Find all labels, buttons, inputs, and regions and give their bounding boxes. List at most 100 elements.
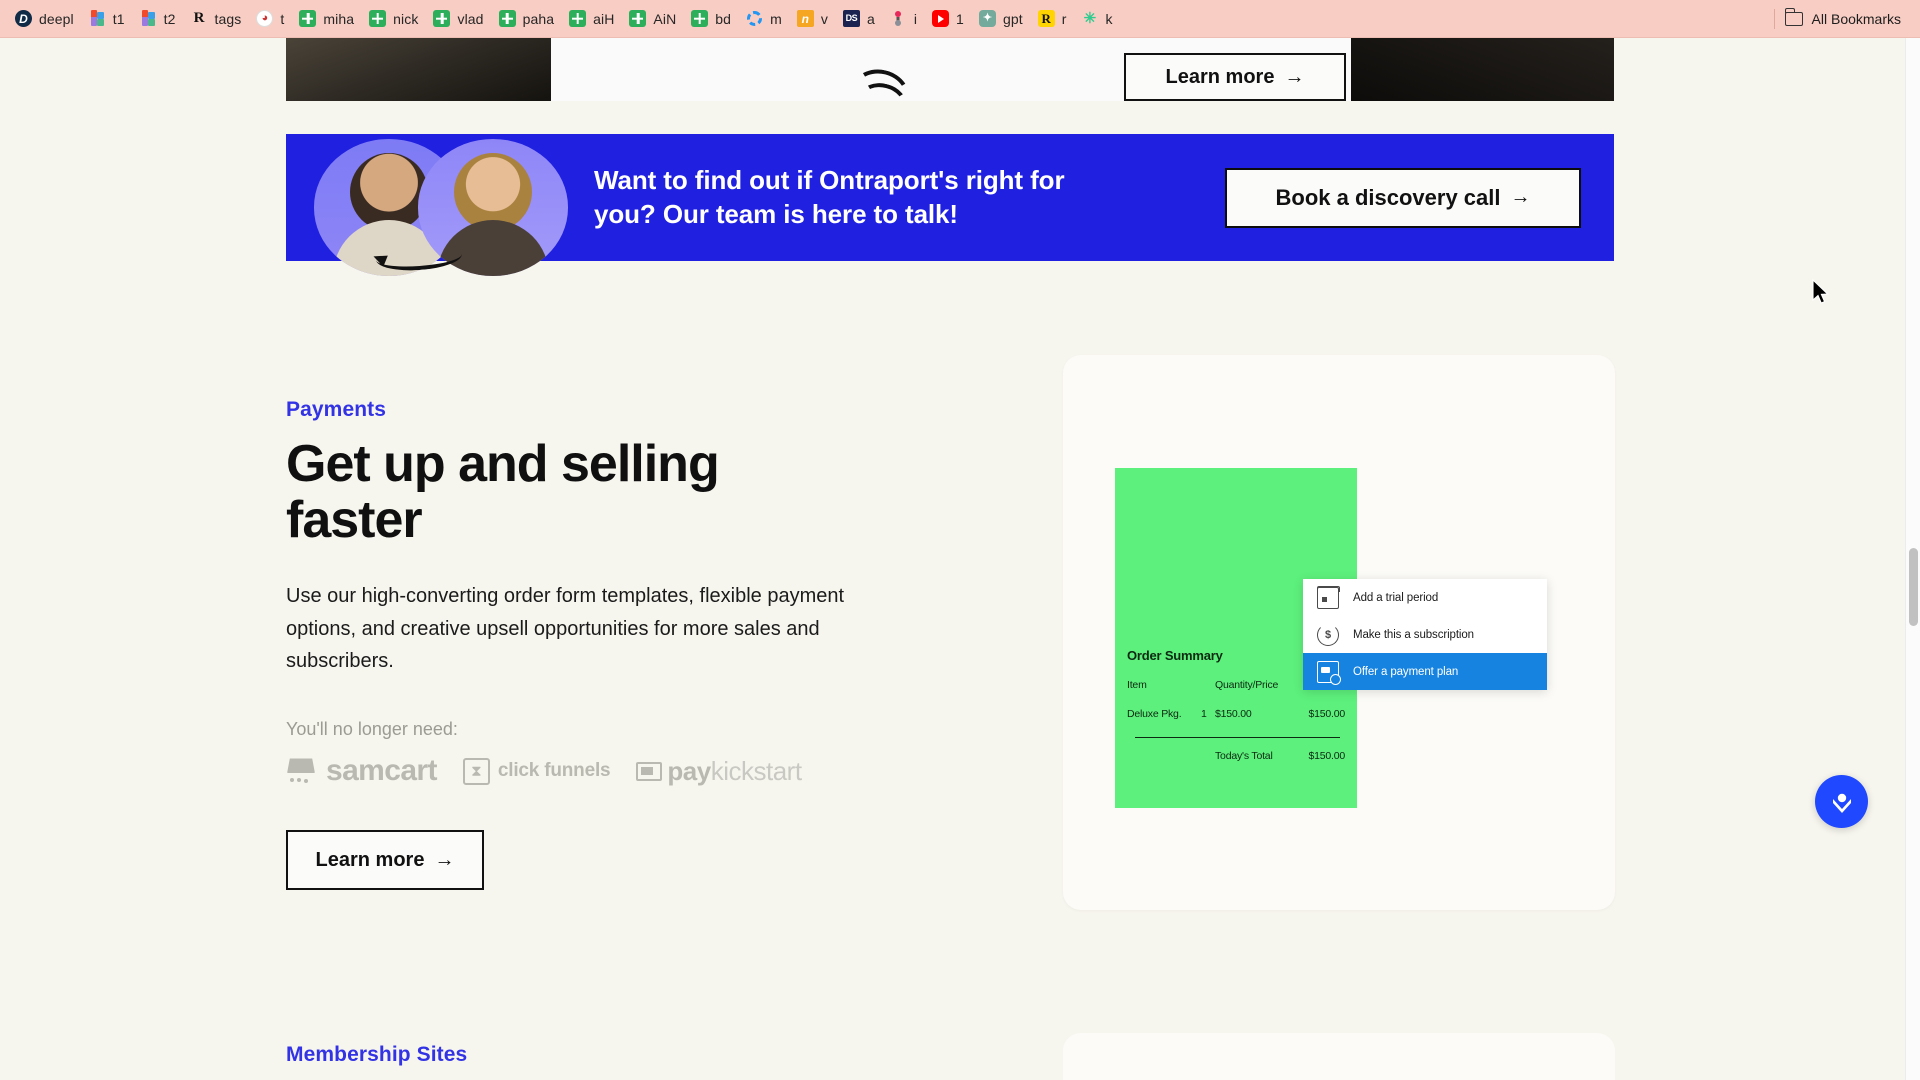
bookmark-youtube[interactable]: 1 bbox=[927, 6, 972, 32]
cell-total: $150.00 bbox=[1308, 708, 1345, 720]
all-bookmarks-label: All Bookmarks bbox=[1811, 10, 1901, 27]
chevron-down-icon bbox=[1832, 793, 1851, 813]
payments-learn-more-button[interactable]: Learn more → bbox=[286, 830, 484, 891]
arrow-right-icon: → bbox=[434, 848, 455, 871]
column-header-quantity-price: Quantity/Price bbox=[1215, 679, 1279, 691]
samcart-logo: samcart bbox=[286, 754, 437, 788]
tilda-icon bbox=[140, 10, 157, 27]
scrollbar-thumb[interactable] bbox=[1909, 548, 1918, 626]
tilda-icon bbox=[89, 10, 106, 27]
youtube-icon bbox=[932, 10, 950, 27]
bookmark-label: aiH bbox=[593, 10, 615, 27]
payments-eyebrow: Payments bbox=[286, 398, 387, 421]
no-longer-need-label: You'll no longer need: bbox=[286, 719, 458, 740]
arrow-right-icon: → bbox=[1284, 65, 1305, 88]
plus-icon bbox=[691, 10, 709, 27]
sparkle-icon: ✳ bbox=[1083, 10, 1097, 27]
discovery-call-banner: Want to find out if Ontraport's right fo… bbox=[286, 134, 1614, 276]
orange-icon: n bbox=[796, 10, 814, 27]
mouse-cursor bbox=[1812, 279, 1829, 304]
page-scrollbar[interactable] bbox=[1905, 38, 1920, 1080]
bookmark-a[interactable]: DS a bbox=[838, 6, 883, 32]
bookmark-deepl[interactable]: D deepl bbox=[10, 6, 82, 32]
bookmark-label: bd bbox=[715, 10, 732, 27]
bookmark-label: gpt bbox=[1002, 10, 1023, 27]
bookmark-m[interactable]: m bbox=[741, 6, 790, 32]
calendar-icon bbox=[1316, 586, 1340, 609]
circle-icon: ◕ bbox=[256, 10, 274, 27]
menu-item-label: Offer a payment plan bbox=[1353, 665, 1459, 678]
bookmark-paha[interactable]: paha bbox=[494, 6, 563, 32]
paykickstart-word-bold: pay bbox=[667, 755, 711, 786]
banner-headline: Want to find out if Ontraport's right fo… bbox=[594, 164, 1065, 231]
hero-image-right bbox=[1351, 38, 1614, 101]
r-yellow-icon: R bbox=[1037, 10, 1055, 27]
browser-bookmark-bar: D deepl t1 t2 R tags ◕ t miha nick vlad … bbox=[0, 0, 1920, 38]
payment-plan-icon bbox=[1317, 660, 1341, 685]
bookmark-label: t1 bbox=[112, 10, 125, 27]
plus-icon bbox=[433, 10, 451, 27]
cell-price: $150.00 bbox=[1215, 708, 1252, 720]
bookmark-aih[interactable]: aiH bbox=[564, 6, 622, 32]
order-summary-total-row: Today's Total $150.00 bbox=[1127, 750, 1345, 762]
samcart-mark-icon bbox=[286, 758, 318, 784]
samcart-wordmark: samcart bbox=[326, 754, 437, 788]
plus-icon bbox=[629, 10, 647, 27]
menu-item-make-subscription[interactable]: $ Make this a subscription bbox=[1303, 616, 1547, 653]
plus-icon bbox=[498, 10, 516, 27]
column-header-item: Item bbox=[1127, 679, 1147, 691]
payments-body: Use our high-converting order form templ… bbox=[286, 585, 845, 673]
webpage-viewport: Learn more → Want to find out if Ontrapo… bbox=[0, 38, 1920, 1080]
banner-headline-line2: you? Our team is here to talk! bbox=[594, 198, 958, 229]
menu-item-label: Make this a subscription bbox=[1353, 628, 1474, 641]
bookmark-label: i bbox=[913, 10, 918, 27]
book-discovery-call-label: Book a discovery call bbox=[1275, 184, 1501, 210]
bookmark-label: k bbox=[1105, 10, 1113, 27]
chat-launcher-button[interactable] bbox=[1815, 775, 1868, 828]
clickfunnels-logo: ⧗ click funnels bbox=[462, 757, 611, 785]
menu-item-add-trial-period[interactable]: Add a trial period bbox=[1303, 579, 1547, 616]
all-bookmarks-button[interactable]: All Bookmarks bbox=[1758, 6, 1910, 32]
banner-headline-line1: Want to find out if Ontraport's right fo… bbox=[594, 165, 1065, 196]
hero-image-left bbox=[286, 38, 551, 101]
menu-item-offer-payment-plan[interactable]: Offer a payment plan bbox=[1303, 653, 1547, 690]
payment-options-context-menu: Add a trial period $ Make this a subscri… bbox=[1303, 579, 1547, 690]
bookmark-miha[interactable]: miha bbox=[294, 6, 362, 32]
bookmark-label: 1 bbox=[956, 10, 964, 27]
bookmark-ain[interactable]: AiN bbox=[624, 6, 684, 32]
book-discovery-call-button[interactable]: Book a discovery call → bbox=[1225, 167, 1581, 228]
deepl-icon: D bbox=[15, 10, 32, 27]
bookmark-k[interactable]: ✳ k bbox=[1076, 6, 1120, 32]
paykickstart-word-light: kickstart bbox=[710, 755, 802, 786]
bookmark-tags[interactable]: R tags bbox=[186, 6, 250, 32]
bookmark-label: vlad bbox=[457, 10, 484, 27]
paykickstart-logo: paykickstart bbox=[636, 755, 802, 787]
membership-feature-section: Membership Sites bbox=[286, 1043, 1086, 1080]
bookmark-gpt[interactable]: ✦ gpt bbox=[974, 6, 1031, 32]
bookmark-t2[interactable]: t2 bbox=[135, 6, 184, 32]
bookmark-bd[interactable]: bd bbox=[686, 6, 739, 32]
competitor-logo-row: samcart ⧗ click funnels paykickstart bbox=[286, 754, 906, 788]
divider bbox=[1773, 8, 1775, 29]
bookmark-v[interactable]: n v bbox=[792, 6, 836, 32]
bookmark-i[interactable]: i bbox=[885, 6, 925, 32]
bookmark-t1[interactable]: t1 bbox=[84, 6, 133, 32]
bookmark-label: v bbox=[820, 10, 828, 27]
payments-visual-card: Order Summary Item Quantity/Price Total … bbox=[1063, 355, 1615, 910]
bookmark-label: deepl bbox=[39, 10, 74, 27]
subscription-icon: $ bbox=[1317, 623, 1339, 646]
bookmark-r[interactable]: R r bbox=[1033, 6, 1075, 32]
bookmark-label: r bbox=[1061, 10, 1067, 27]
hero-learn-more-button[interactable]: Learn more → bbox=[1124, 53, 1346, 101]
cell-quantity: 1 bbox=[1201, 708, 1207, 720]
arrow-right-icon: → bbox=[1510, 186, 1531, 208]
paykickstart-mark-icon bbox=[636, 761, 663, 781]
ds-icon: DS bbox=[842, 10, 860, 27]
plus-icon bbox=[369, 10, 387, 27]
dots-circle-icon bbox=[746, 10, 763, 27]
bookmark-vlad[interactable]: vlad bbox=[428, 6, 491, 32]
bookmark-nick[interactable]: nick bbox=[364, 6, 426, 32]
bookmark-t[interactable]: ◕ t bbox=[251, 6, 292, 32]
bookmark-label: paha bbox=[522, 10, 555, 27]
order-summary-item-row: Deluxe Pkg. 1 $150.00 $150.00 bbox=[1127, 708, 1345, 720]
